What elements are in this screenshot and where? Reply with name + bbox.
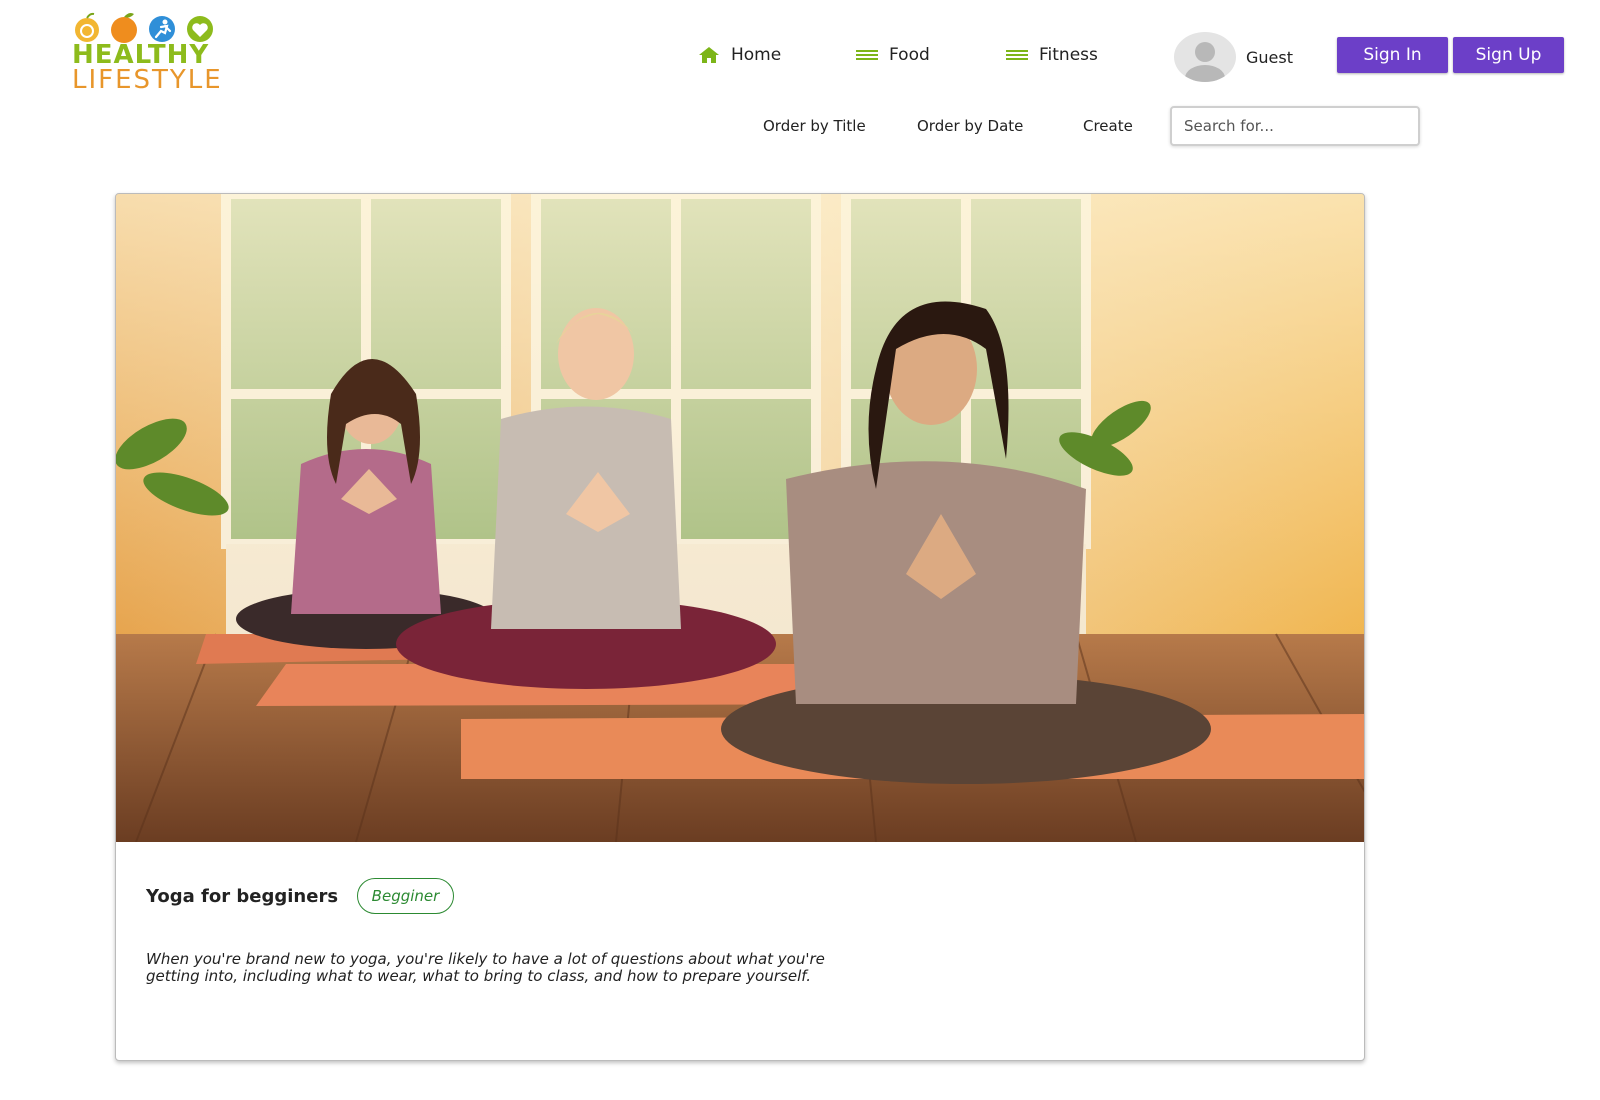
order-by-date-link[interactable]: Order by Date	[917, 117, 1023, 135]
nav-food-label: Food	[889, 45, 930, 65]
nav-fitness-label: Fitness	[1039, 45, 1098, 65]
apple-icon	[75, 12, 99, 42]
user-profile[interactable]: Guest	[1174, 32, 1293, 82]
order-by-title-link[interactable]: Order by Title	[763, 117, 866, 135]
sign-in-button[interactable]: Sign In	[1337, 37, 1448, 73]
orange-icon	[111, 13, 137, 43]
logo-icons	[75, 12, 213, 43]
yoga-class-photo[interactable]	[116, 194, 1365, 842]
article-card[interactable]: Yoga for begginers Begginer When you're …	[115, 193, 1365, 1061]
nav-home[interactable]: Home	[697, 40, 781, 70]
user-name: Guest	[1246, 47, 1293, 67]
avatar[interactable]	[1174, 32, 1236, 82]
create-link[interactable]: Create	[1083, 117, 1133, 135]
heart-icon	[187, 16, 213, 42]
site-logo[interactable]: HEALTHY LIFESTYLE	[72, 10, 262, 93]
runner-icon	[149, 16, 175, 42]
nav-home-label: Home	[731, 45, 782, 65]
nav-fitness[interactable]: Fitness	[1005, 40, 1098, 70]
user-icon	[1185, 42, 1225, 82]
article-description: When you're brand new to yoga, you're li…	[146, 950, 825, 985]
sign-up-button[interactable]: Sign Up	[1453, 37, 1564, 73]
nav-food[interactable]: Food	[855, 40, 930, 70]
article-title[interactable]: Yoga for begginers	[146, 886, 338, 907]
search-input[interactable]	[1170, 106, 1420, 146]
logo-wordmark: HEALTHY LIFESTYLE	[72, 42, 223, 95]
hamburger-icon	[1006, 50, 1028, 60]
logo-line-lifestyle: LIFESTYLE	[72, 65, 223, 95]
hamburger-icon	[856, 50, 878, 60]
level-badge: Begginer	[357, 878, 454, 914]
house-icon	[699, 47, 719, 63]
